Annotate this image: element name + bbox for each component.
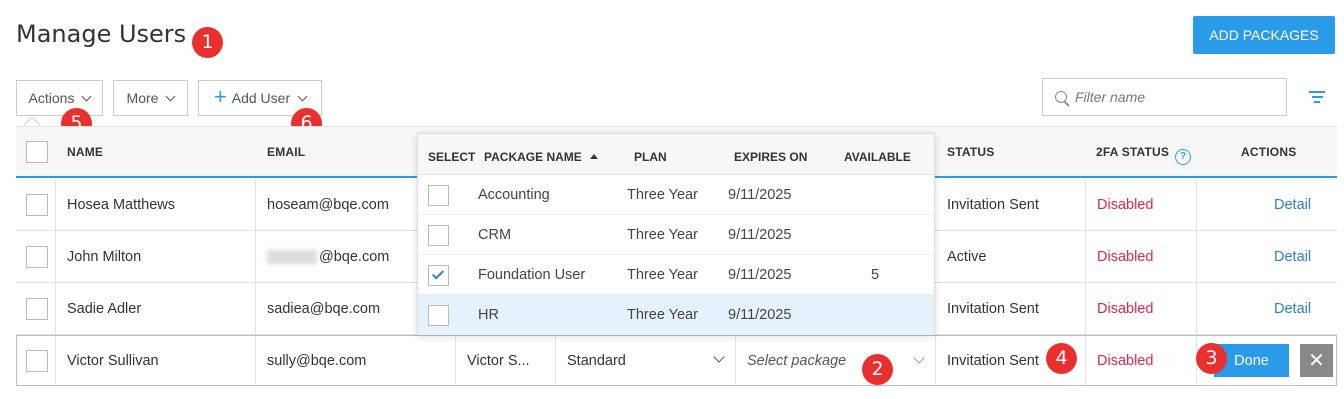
package-placeholder: Select package [747,352,847,369]
role-value: Standard [567,352,626,369]
package-table-header: SELECT PACKAGE NAME PLAN EXPIRES ON AVAI… [418,134,934,175]
user-2fa-status: Disabled [1097,248,1154,265]
edit-user-2fa-status: Disabled [1097,352,1154,369]
header-email[interactable]: EMAIL [267,145,305,159]
detail-link[interactable]: Detail [1274,179,1311,230]
page-title: Manage Users [16,20,187,48]
checkmark-icon [431,267,445,280]
header-name[interactable]: NAME [67,145,103,159]
detail-link[interactable]: Detail [1274,231,1311,282]
header-2fa-label: 2FA STATUS [1096,145,1170,159]
chevron-down-icon [166,91,176,101]
search-icon [1055,91,1067,103]
edit-display-name[interactable]: Victor S... [467,336,530,385]
package-select[interactable]: Select package [747,336,932,385]
row-checkbox[interactable] [26,298,48,320]
chevron-down-icon [297,91,308,101]
more-button[interactable]: More [113,80,188,116]
package-plan: Three Year [627,186,698,203]
user-email-domain: @bqe.com [319,248,390,265]
filter-icon[interactable] [1308,91,1326,105]
package-row[interactable]: Foundation User Three Year 9/11/2025 5 [418,255,934,295]
package-dropdown: SELECT PACKAGE NAME PLAN EXPIRES ON AVAI… [417,133,935,335]
user-status: Invitation Sent [947,300,1039,317]
user-name: Sadie Adler [67,300,142,317]
package-row[interactable]: CRM Three Year 9/11/2025 [418,215,934,255]
filter-box [1042,78,1287,116]
header-available[interactable]: AVAILABLE [844,150,911,164]
more-label: More [126,90,159,106]
package-checkbox[interactable] [428,185,449,206]
user-email: @bqe.com [267,231,389,282]
header-2fa-status[interactable]: 2FA STATUS? [1096,145,1192,165]
detail-link[interactable]: Detail [1274,283,1311,334]
package-checkbox[interactable] [428,265,449,286]
step-badge-2: 2 [862,354,893,385]
package-checkbox[interactable] [428,225,449,246]
user-name: John Milton [67,248,142,265]
package-name: Accounting [478,186,550,203]
package-row[interactable]: HR Three Year 9/11/2025 [418,295,934,335]
redacted-text [267,249,317,264]
package-plan: Three Year [627,307,698,323]
select-all-checkbox[interactable] [26,141,48,163]
edit-user-email[interactable]: sully@bqe.com [267,336,366,385]
add-packages-button[interactable]: ADD PACKAGES [1193,16,1335,54]
header-select: SELECT [428,150,476,164]
close-icon[interactable]: ✕ [1300,344,1333,377]
user-status: Invitation Sent [947,196,1039,213]
package-row[interactable]: Accounting Three Year 9/11/2025 [418,175,934,215]
user-2fa-status: Disabled [1097,196,1154,213]
role-select[interactable]: Standard [567,336,732,385]
user-status: Active [947,248,987,265]
user-email: hoseam@bqe.com [267,196,389,213]
row-checkbox[interactable] [26,246,48,268]
filter-name-input[interactable] [1075,89,1275,105]
package-plan: Three Year [627,226,698,243]
user-name: Hosea Matthews [67,196,175,213]
header-status[interactable]: STATUS [947,145,994,159]
package-expires: 9/11/2025 [728,266,792,283]
editing-row: Victor Sullivan sully@bqe.com Victor S..… [16,335,1337,386]
actions-button[interactable]: Actions [16,80,103,116]
package-expires: 9/11/2025 [728,226,792,243]
step-badge-4: 4 [1046,343,1077,374]
package-expires: 9/11/2025 [728,307,792,323]
help-icon[interactable]: ? [1175,148,1192,165]
package-name: HR [478,307,499,323]
plus-icon: + [213,83,227,109]
package-available: 5 [871,266,880,283]
edit-user-status: Invitation Sent [947,352,1039,369]
user-2fa-status: Disabled [1097,300,1154,317]
package-checkbox[interactable] [428,305,449,326]
add-user-label: Add User [231,90,291,106]
chevron-down-icon [82,91,92,101]
header-actions: ACTIONS [1241,145,1297,159]
header-plan[interactable]: PLAN [634,150,667,164]
edit-user-name[interactable]: Victor Sullivan [67,336,159,385]
header-expires-on[interactable]: EXPIRES ON [734,150,807,164]
step-badge-3: 3 [1196,343,1227,374]
row-checkbox[interactable] [26,194,48,216]
package-name: Foundation User [478,266,586,283]
actions-label: Actions [28,90,75,106]
package-plan: Three Year [627,266,698,283]
sort-ascending-icon [589,154,598,159]
package-expires: 9/11/2025 [728,186,792,203]
package-name: CRM [478,226,512,243]
row-checkbox[interactable] [26,350,48,372]
user-email: sadiea@bqe.com [267,300,381,317]
header-package-name[interactable]: PACKAGE NAME [484,150,598,164]
header-package-name-label: PACKAGE NAME [484,150,582,164]
step-badge-1: 1 [192,27,223,58]
